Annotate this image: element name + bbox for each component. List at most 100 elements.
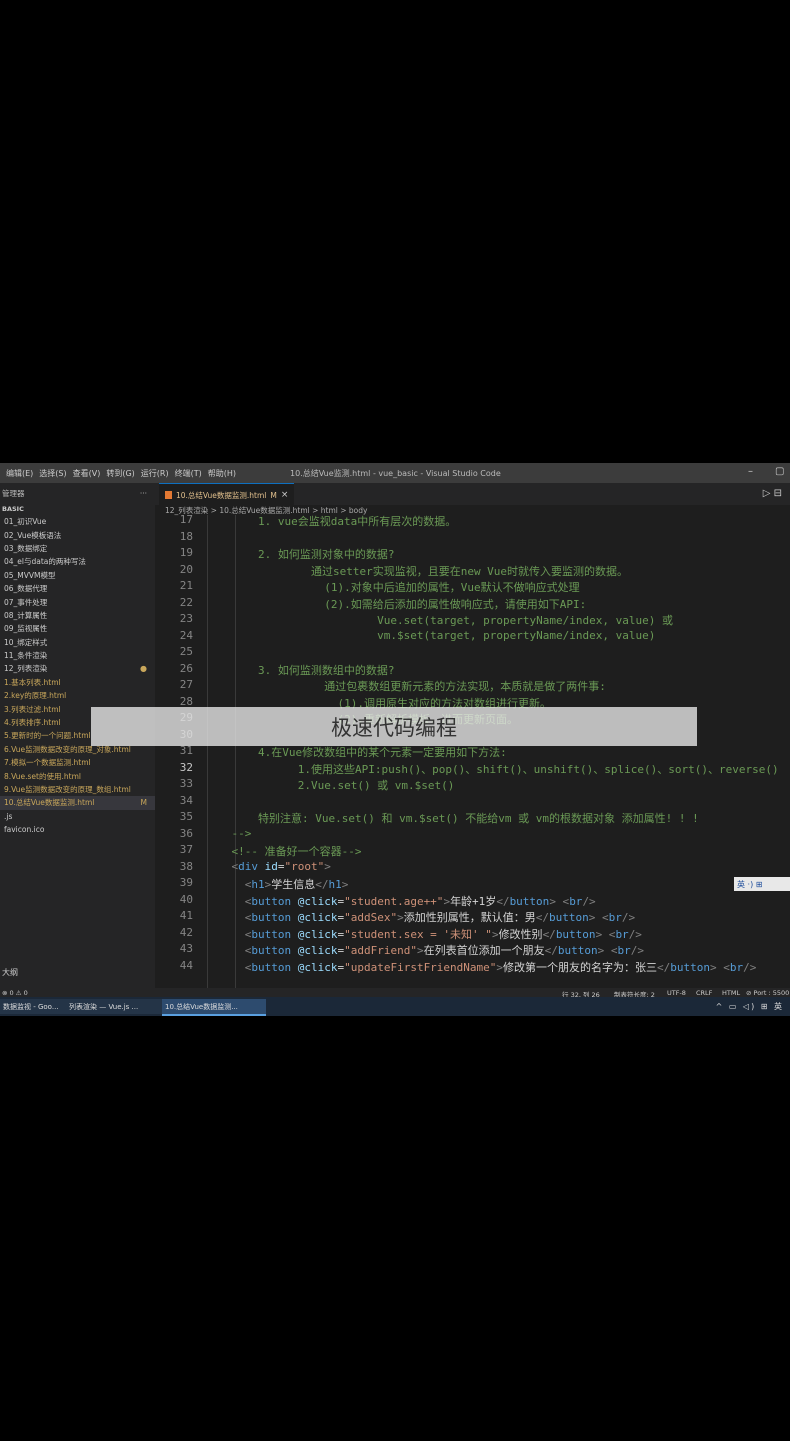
sidebar-file[interactable]: 2.key的原理.html xyxy=(0,689,155,702)
minimize-icon[interactable]: – xyxy=(748,466,753,477)
code-editor[interactable]: 17 1. vue会监视data中所有层次的数据。 18 19 2. 如何监测对象中… xyxy=(155,513,790,988)
code-line[interactable]: 39 <h1>学生信息</h1> xyxy=(155,876,790,893)
sidebar-folder[interactable]: 05_MVVM模型 xyxy=(0,569,155,582)
code-token: 年龄+1岁 xyxy=(450,894,497,908)
problems-indicator[interactable]: ⊗ 0 ⚠ 0 xyxy=(2,989,28,997)
sidebar-folder[interactable]: 12_列表渲染 ● xyxy=(0,662,155,675)
code-line[interactable]: 31 4.在Vue修改数组中的某个元素一定要用如下方法: xyxy=(155,744,790,761)
taskbar-app[interactable]: 数据监视 - Goo... xyxy=(0,999,70,1014)
code-line[interactable]: 40 <button @click="student.age++">年龄+1岁<… xyxy=(155,893,790,910)
taskbar-app[interactable]: 列表渲染 — Vue.js ... xyxy=(66,999,166,1014)
close-icon[interactable]: × xyxy=(281,490,289,500)
sidebar-item-label: 3.列表过滤.html xyxy=(4,704,61,714)
sidebar-folder[interactable]: 01_初识Vue xyxy=(0,515,155,528)
code-line[interactable]: 34 xyxy=(155,794,790,811)
code-line[interactable]: 19 2. 如何监测对象中的数据? xyxy=(155,546,790,563)
menu-item[interactable]: 终端(T) xyxy=(175,468,202,479)
code-token: > xyxy=(341,878,349,891)
sidebar-file[interactable]: 8.Vue.set的使用.html xyxy=(0,769,155,782)
code-line[interactable]: 42 <button @click="student.sex = '未知' ">… xyxy=(155,926,790,943)
code-line[interactable]: 24 vm.$set(target, propertyName/index, v… xyxy=(155,629,790,646)
code-line[interactable]: 27 通过包裹数组更新元素的方法实现，本质就是做了两件事: xyxy=(155,678,790,695)
code-line[interactable]: 32 1.使用这些API:push()、pop()、shift()、unshif… xyxy=(155,761,790,778)
run-split-icons[interactable]: ▷ ⊟ xyxy=(763,488,782,499)
code-line[interactable]: 35 特别注意: Vue.set() 和 vm.$set() 不能给vm 或 v… xyxy=(155,810,790,827)
code-line[interactable]: 17 1. vue会监视data中所有层次的数据。 xyxy=(155,513,790,530)
line-number: 20 xyxy=(179,562,193,576)
code-token: vm.$set(target, propertyName/index, valu… xyxy=(205,628,656,642)
sidebar-folder[interactable]: 04_el与data的两种写法 xyxy=(0,555,155,568)
sidebar-file[interactable]: 7.模拟一个数据监测.html xyxy=(0,756,155,769)
code-token: "addFriend" xyxy=(344,944,417,957)
code-line[interactable]: 41 <button @click="addSex">添加性别属性，默认值：男<… xyxy=(155,909,790,926)
line-number: 26 xyxy=(179,661,193,675)
tab-10-summary-html[interactable]: 10.总结Vue数据监测.html M × xyxy=(159,483,295,506)
sidebar-file[interactable]: 10.总结Vue数据监测.html M xyxy=(0,796,155,810)
code-token: 添加性别属性，默认值：男 xyxy=(403,911,536,924)
sidebar-folder[interactable]: 09_监视属性 xyxy=(0,622,155,635)
code-text: 1.使用这些API:push()、pop()、shift()、unshift()… xyxy=(205,761,779,777)
code-token: > xyxy=(324,859,331,873)
line-number: 28 xyxy=(179,694,193,708)
sidebar-item-label: 1.基本列表.html xyxy=(4,677,61,687)
sidebar-folder[interactable]: 11_条件渲染 xyxy=(0,649,155,662)
live-server-port[interactable]: ⊘ Port : 5500 xyxy=(746,989,789,997)
explorer-header: 管理器 ··· xyxy=(0,483,155,503)
sidebar-file[interactable]: .js xyxy=(0,810,155,823)
code-token: 4.在Vue修改数组中的某个元素一定要用如下方法: xyxy=(205,746,507,759)
outline-section[interactable]: 大纲 xyxy=(0,967,157,978)
menu-item[interactable]: 运行(R) xyxy=(141,468,169,479)
sidebar-file[interactable]: 9.Vue监测数据改变的原理_数组.html xyxy=(0,783,155,796)
encoding[interactable]: UTF-8 xyxy=(667,989,686,997)
code-line[interactable]: 33 2.Vue.set() 或 vm.$set() xyxy=(155,777,790,794)
sidebar-folder[interactable]: 03_数据绑定 xyxy=(0,542,155,555)
code-line[interactable]: 43 <button @click="addFriend">在列表首位添加一个朋… xyxy=(155,942,790,959)
code-text: (2).如需给后添加的属性做响应式，请使用如下API: xyxy=(205,596,586,612)
code-token: </ xyxy=(544,944,558,957)
sidebar-folder[interactable]: 02_Vue模板语法 xyxy=(0,528,155,541)
sidebar-file[interactable]: favicon.ico xyxy=(0,823,155,836)
sidebar-folder[interactable]: 10_绑定样式 xyxy=(0,636,155,649)
code-token: @click xyxy=(291,894,338,908)
code-token: /> xyxy=(743,960,757,974)
code-line[interactable]: 36 --> xyxy=(155,827,790,844)
menu-item[interactable]: 选择(S) xyxy=(39,468,66,479)
code-line[interactable]: 26 3. 如何监测数组中的数据? xyxy=(155,662,790,679)
sidebar-file[interactable]: 1.基本列表.html xyxy=(0,676,155,689)
code-line[interactable]: 22 (2).如需给后添加的属性做响应式，请使用如下API: xyxy=(155,596,790,613)
system-tray[interactable]: ^ ▭ ◁) ⊞ 英 xyxy=(716,1001,784,1012)
code-token: h1 xyxy=(328,878,342,891)
code-token: --> xyxy=(205,826,252,840)
code-line[interactable]: 23 Vue.set(target, propertyName/index, v… xyxy=(155,612,790,629)
code-token: button xyxy=(251,927,292,941)
code-line[interactable]: 37 <!-- 准备好一个容器--> xyxy=(155,843,790,860)
code-text: <button @click="updateFirstFriendName">修… xyxy=(205,959,757,975)
ime-indicator[interactable]: 英 ·) ⊞ xyxy=(734,877,790,891)
code-line[interactable]: 18 xyxy=(155,530,790,547)
code-token: < xyxy=(205,960,252,974)
menu-item[interactable]: 编辑(E) xyxy=(6,468,33,479)
sidebar-folder[interactable]: 07_事件处理 xyxy=(0,595,155,608)
code-token: button xyxy=(548,911,589,924)
sidebar-folder[interactable]: 08_计算属性 xyxy=(0,609,155,622)
taskbar-app[interactable]: 10.总结Vue数据监测... xyxy=(162,999,266,1016)
code-line[interactable]: 25 xyxy=(155,645,790,662)
eol[interactable]: CRLF xyxy=(696,989,712,997)
code-line[interactable]: 38 <div id="root"> xyxy=(155,860,790,877)
code-line[interactable]: 44 <button @click="updateFirstFriendName… xyxy=(155,959,790,976)
code-token: > xyxy=(491,927,499,941)
code-line[interactable]: 20 通过setter实现监视，且要在new Vue时就传入要监测的数据。 xyxy=(155,563,790,580)
maximize-icon[interactable]: ▢ xyxy=(775,466,784,477)
workspace-section[interactable]: BASIC xyxy=(0,503,155,515)
code-token: @click xyxy=(291,944,338,957)
sidebar-item-label: 4.列表排序.html xyxy=(4,718,61,728)
menu-item[interactable]: 查看(V) xyxy=(73,468,101,479)
menu-item[interactable]: 帮助(H) xyxy=(208,468,236,479)
sidebar-folder[interactable]: 06_数据代理 xyxy=(0,582,155,595)
language-mode[interactable]: HTML xyxy=(722,989,740,997)
sidebar-item-label: 05_MVVM模型 xyxy=(4,570,56,580)
menu-item[interactable]: 转到(G) xyxy=(106,468,134,479)
more-actions-icon[interactable]: ··· xyxy=(140,489,147,498)
tab-modified-badge: M xyxy=(270,490,277,500)
code-line[interactable]: 21 (1).对象中后追加的属性，Vue默认不做响应式处理 xyxy=(155,579,790,596)
